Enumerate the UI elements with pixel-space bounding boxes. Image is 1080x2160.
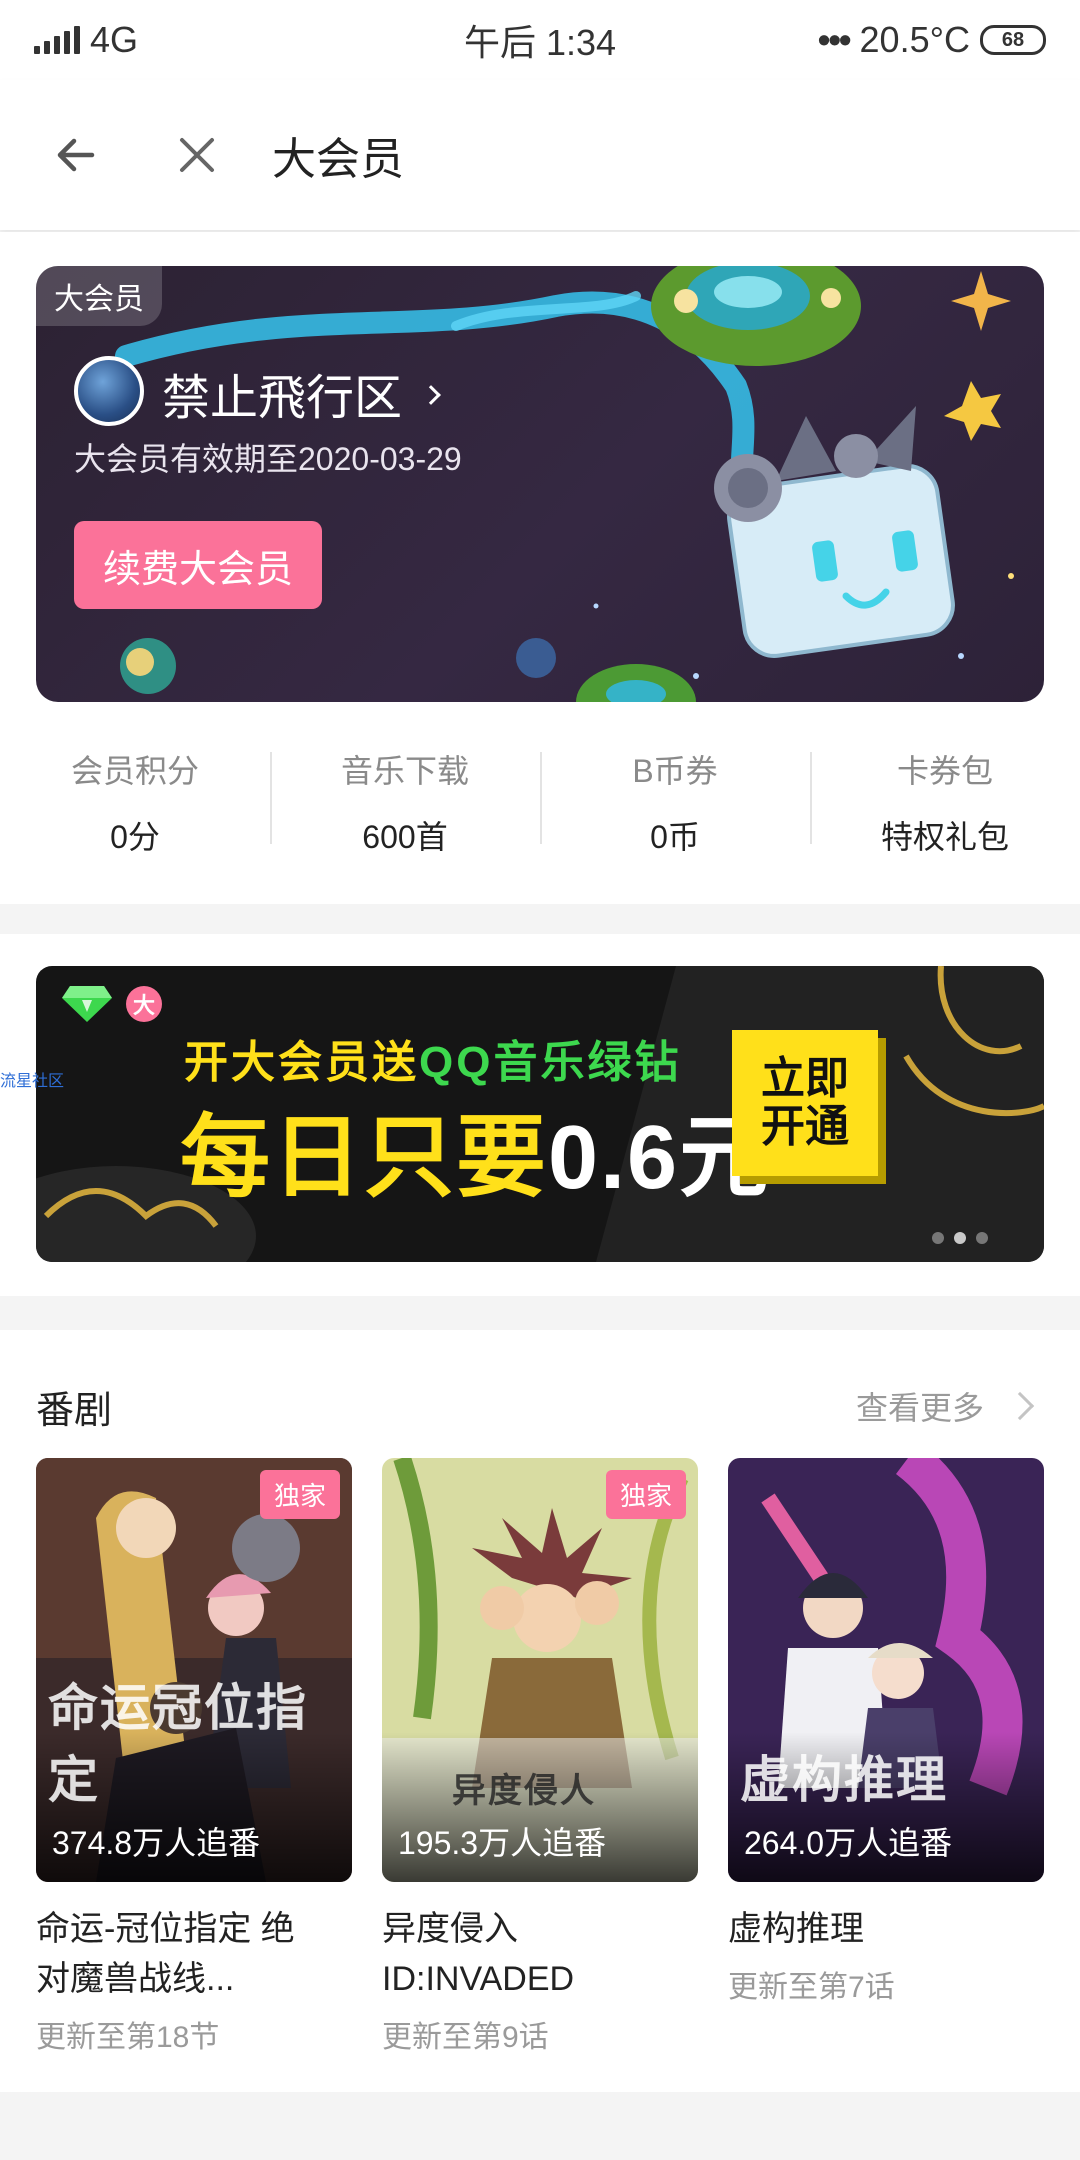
stat-label: 会员积分 <box>70 753 199 789</box>
stat-card-wallet[interactable]: 卡券包 特权礼包 <box>810 732 1080 872</box>
stat-value: 0币 <box>650 819 700 855</box>
update-status: 更新至第7话 <box>728 1971 895 2004</box>
close-button[interactable] <box>152 110 242 200</box>
banner-pager <box>932 1232 988 1244</box>
vip-member-card[interactable]: 大会员 禁止飛行区 大会员有效期至2020-03-29 续费大会员 <box>36 266 1044 702</box>
anime-list: 命运冠位指定 独家 374.8万人追番 命运-冠位指定 绝 对魔兽战线... 更… <box>36 1458 1044 2056</box>
anime-title-line: 命运-冠位指定 绝 <box>36 1910 295 1948</box>
status-bar: 4G 午后 1:34 ••• 20.5°C 68 <box>0 0 1080 80</box>
member-stats: 会员积分 0分 音乐下载 600首 B币券 0币 卡券包 特权礼包 <box>0 732 1080 872</box>
anime-title: 命运-冠位指定 绝 对魔兽战线... <box>36 1904 352 2004</box>
stat-value: 特权礼包 <box>880 819 1009 855</box>
chevron-right-icon <box>421 385 441 405</box>
promo-banner[interactable]: 大 开大会员送QQ音乐绿钻 每日只要0.6元 立即 开通 <box>36 966 1044 1262</box>
member-tag: 大会员 <box>36 266 162 326</box>
pager-dot[interactable] <box>932 1232 944 1244</box>
network-type: 4G <box>90 19 139 60</box>
anime-poster[interactable]: 异度侵人 独家 195.3万人追番 <box>382 1458 698 1882</box>
promo-headline-highlight: QQ音乐绿钻 <box>419 1038 682 1087</box>
anime-poster[interactable]: 虚构推理 264.0万人追番 <box>728 1458 1044 1882</box>
update-status: 更新至第18节 <box>36 2021 220 2054</box>
promo-headline: 开大会员送QQ音乐绿钻 <box>184 1026 681 1090</box>
follower-count: 195.3万人追番 <box>398 1825 607 1861</box>
promo-price-prefix: 每日只要 <box>180 1108 548 1208</box>
see-more-link[interactable]: 查看更多 <box>856 1383 1044 1429</box>
side-watermark: 流星社区 <box>0 1073 65 1090</box>
vip-badge-icon: 大 <box>126 986 162 1022</box>
promo-price: 每日只要0.6元 <box>180 1084 771 1214</box>
poster-title-art: 虚构推理 <box>740 1750 948 1809</box>
status-left: 4G <box>34 19 138 61</box>
follower-count: 264.0万人追番 <box>744 1825 953 1861</box>
top-bar: 大会员 <box>0 80 1080 230</box>
poster-title-art: 命运冠位指定 <box>48 1678 308 1809</box>
back-arrow-icon <box>57 138 95 172</box>
stat-value: 600首 <box>362 819 448 855</box>
open-now-button[interactable]: 立即 开通 <box>732 1030 878 1176</box>
validity-text: 大会员有效期至2020-03-29 <box>74 441 462 477</box>
avatar[interactable] <box>74 356 144 426</box>
follower-count: 374.8万人追番 <box>52 1825 261 1861</box>
page-title: 大会员 <box>272 135 404 184</box>
exclusive-badge: 独家 <box>259 1470 340 1519</box>
anime-poster[interactable]: 命运冠位指定 独家 374.8万人追番 <box>36 1458 352 1882</box>
anime-title-line: 异度侵入 <box>382 1910 518 1948</box>
anime-section: 番剧 查看更多 命运冠位指定 独家 374.8万人追番 命运-冠位指定 绝 对魔… <box>0 1330 1080 2092</box>
more-dots-icon: ••• <box>817 19 852 60</box>
anime-title: 虚构推理 <box>728 1904 1044 1954</box>
chevron-right-icon <box>1005 1391 1035 1421</box>
section-header: 番剧 查看更多 <box>36 1376 1044 1436</box>
update-status: 更新至第9话 <box>382 2021 549 2054</box>
section-title: 番剧 <box>36 1389 113 1432</box>
username: 禁止飛行区 <box>162 372 403 425</box>
exclusive-badge: 独家 <box>605 1470 686 1519</box>
stat-label: B币券 <box>632 753 718 789</box>
see-more-label: 查看更多 <box>855 1390 984 1426</box>
renew-membership-button[interactable]: 续费大会员 <box>74 521 322 609</box>
username-link[interactable]: 禁止飛行区 <box>162 358 441 428</box>
poster-title-art: 异度侵人 <box>452 1771 596 1811</box>
anime-title-line: 对魔兽战线... <box>36 1960 235 1998</box>
back-button[interactable] <box>32 110 122 200</box>
member-section: 大会员 禁止飛行区 大会员有效期至2020-03-29 续费大会员 会员积分 0… <box>0 232 1080 904</box>
pager-dot-active[interactable] <box>954 1232 966 1244</box>
status-right: ••• 20.5°C 68 <box>818 19 1046 61</box>
cta-line1: 立即 <box>761 1053 849 1103</box>
stat-label: 音乐下载 <box>340 753 469 789</box>
green-diamond-icon <box>62 986 112 1022</box>
pager-dot[interactable] <box>976 1232 988 1244</box>
space-mascot-illustration <box>115 266 1014 702</box>
temperature: 20.5°C <box>859 19 970 60</box>
battery-icon: 68 <box>980 25 1046 55</box>
close-icon <box>180 138 214 172</box>
stat-b-coupon[interactable]: B币券 0币 <box>540 732 810 872</box>
signal-icon <box>34 26 80 54</box>
stat-points[interactable]: 会员积分 0分 <box>0 732 270 872</box>
anime-card[interactable]: 虚构推理 264.0万人追番 虚构推理 更新至第7话 <box>728 1458 1044 2056</box>
anime-card[interactable]: 命运冠位指定 独家 374.8万人追番 命运-冠位指定 绝 对魔兽战线... 更… <box>36 1458 352 2056</box>
anime-title-line: 虚构推理 <box>728 1910 864 1948</box>
stat-music-download[interactable]: 音乐下载 600首 <box>270 732 540 872</box>
anime-card[interactable]: 异度侵人 独家 195.3万人追番 异度侵入 ID:INVADED 更新至第9话 <box>382 1458 698 2056</box>
stat-label: 卡券包 <box>896 753 993 789</box>
anime-title: 异度侵入 ID:INVADED <box>382 1904 698 2004</box>
anime-title-line: ID:INVADED <box>382 1960 575 1998</box>
battery-level: 68 <box>1001 28 1025 51</box>
promo-section: 大 开大会员送QQ音乐绿钻 每日只要0.6元 立即 开通 <box>0 934 1080 1296</box>
cta-line2: 开通 <box>761 1102 849 1151</box>
promo-headline-prefix: 开大会员送 <box>184 1038 419 1087</box>
stat-value: 0分 <box>110 819 160 855</box>
